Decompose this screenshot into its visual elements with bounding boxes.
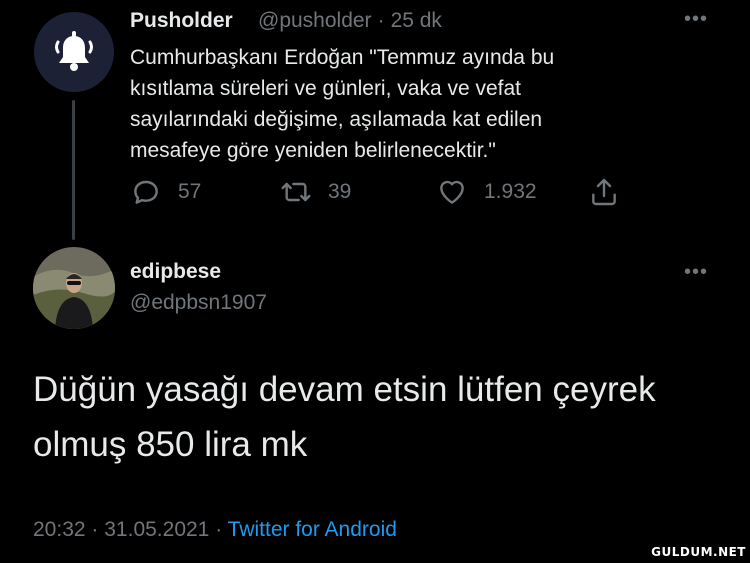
tweet-source-link[interactable]: Twitter for Android	[228, 518, 397, 541]
tweet-text-line: sayılarındaki değişime, aşılamada kat ed…	[130, 108, 543, 131]
avatar[interactable]	[34, 12, 114, 92]
tweet-text-line: Düğün yasağı devam etsin lütfen çeyrek	[33, 370, 656, 409]
timestamp[interactable]: 25 dk	[391, 9, 442, 32]
retweet-count: 39	[328, 180, 352, 203]
like-count: 1.932	[484, 180, 537, 203]
tweet-text: Düğün yasağı devam etsin lütfen çeyrek o…	[33, 362, 733, 472]
bell-icon	[55, 31, 93, 71]
tweet-text-line: Cumhurbaşkanı Erdoğan "Temmuz ayında bu	[130, 46, 555, 69]
reply-icon	[134, 180, 158, 204]
retweet-button[interactable]: 39	[280, 176, 351, 208]
tweet-text: Cumhurbaşkanı Erdoğan "Temmuz ayında bu …	[130, 42, 730, 166]
tweet-text-line: mesafeye göre yeniden belirlenecektir."	[130, 139, 496, 162]
share-icon	[592, 178, 616, 206]
more-options-icon[interactable]: •••	[684, 261, 708, 284]
display-name[interactable]: edipbese	[130, 260, 221, 284]
separator: ·	[91, 518, 99, 541]
tweet-date[interactable]: 31.05.2021	[104, 518, 209, 541]
tweet-text-line: kısıtlama süreleri ve günleri, vaka ve v…	[130, 77, 522, 100]
profile-photo	[33, 247, 115, 329]
heart-icon	[440, 180, 464, 204]
tweet-text-line: olmuş 850 lira mk	[33, 425, 308, 464]
separator: ·	[377, 9, 385, 32]
handle[interactable]: @edpbsn1907	[130, 291, 267, 315]
tweet-meta: @pusholder · 25 dk	[258, 9, 448, 33]
tweet-footer: 20:32 · 31.05.2021 · Twitter for Android	[33, 518, 397, 542]
retweet-icon	[281, 182, 311, 202]
reply-button[interactable]: 57	[130, 176, 201, 208]
handle[interactable]: @pusholder	[258, 9, 372, 32]
tweet-time[interactable]: 20:32	[33, 518, 86, 541]
more-options-icon[interactable]: •••	[684, 8, 708, 31]
avatar[interactable]	[33, 247, 115, 329]
like-button[interactable]: 1.932	[436, 176, 537, 208]
reply-count: 57	[178, 180, 202, 203]
separator: ·	[215, 518, 223, 541]
display-name[interactable]: Pusholder	[130, 9, 233, 33]
share-button[interactable]	[588, 176, 636, 208]
thread-line	[72, 100, 75, 240]
watermark: GULDUM.NET	[651, 545, 746, 559]
